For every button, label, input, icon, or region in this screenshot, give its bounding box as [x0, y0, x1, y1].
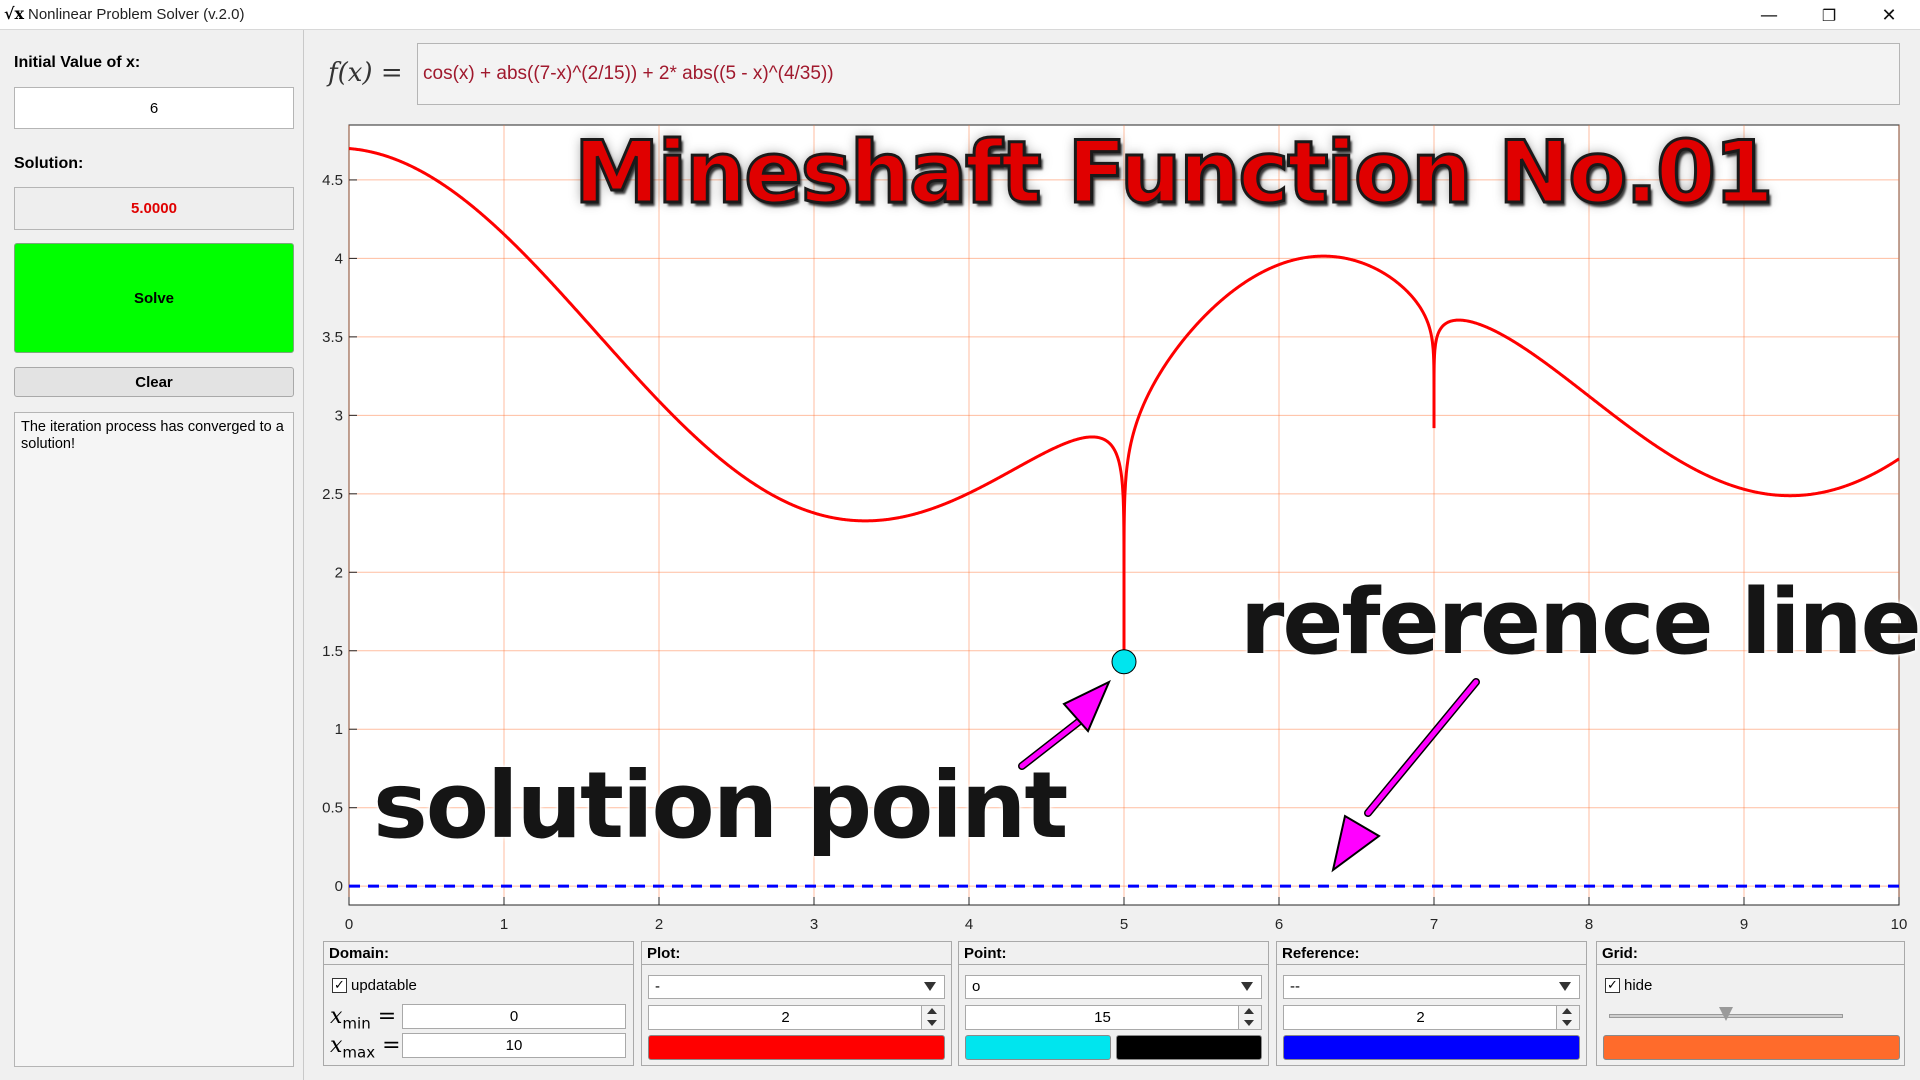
reference-color-button[interactable]	[1283, 1035, 1580, 1060]
grid-color-button[interactable]	[1603, 1035, 1900, 1060]
solution-label: Solution:	[14, 155, 84, 172]
x-tick-label: 8	[1585, 916, 1593, 933]
y-tick-label: 4	[335, 250, 343, 267]
x-tick-label: 9	[1740, 916, 1748, 933]
domain-panel-title: Domain:	[324, 942, 633, 965]
plot-panel: Plot: - 2	[641, 941, 952, 1066]
point-face-color-button[interactable]	[965, 1035, 1111, 1060]
xmin-input[interactable]: 0	[402, 1004, 626, 1029]
spin-up-icon[interactable]	[927, 1008, 937, 1014]
y-tick-label: 2	[335, 564, 343, 581]
updatable-checkbox[interactable]: ✓	[332, 978, 347, 993]
xmax-label: xmax =	[330, 1033, 401, 1062]
x-tick-label: 1	[500, 916, 508, 933]
x-tick-label: 7	[1430, 916, 1438, 933]
grid-panel: Grid: ✓ hide	[1596, 941, 1905, 1066]
chevron-down-icon	[924, 982, 936, 991]
spin-down-icon[interactable]	[927, 1020, 937, 1026]
initial-value-label: Initial Value of x:	[14, 54, 141, 71]
hide-grid-checkbox[interactable]: ✓	[1605, 978, 1620, 993]
solution-point-marker	[1111, 649, 1137, 675]
y-tick-label: 3.5	[322, 329, 343, 346]
control-panel: Initial Value of x: 6 Solution: 5.0000 S…	[0, 30, 304, 1080]
minimize-button[interactable]: —	[1740, 0, 1798, 30]
maximize-button[interactable]: ❐	[1800, 0, 1858, 30]
spinner-buttons[interactable]	[921, 1006, 944, 1029]
updatable-label: updatable	[351, 977, 417, 994]
initial-value-input[interactable]: 6	[14, 87, 294, 129]
point-panel-title: Point:	[959, 942, 1268, 965]
app-icon: √x	[4, 4, 25, 23]
close-button[interactable]: ✕	[1860, 0, 1918, 30]
title-bar: √x Nonlinear Problem Solver (v.2.0) — ❐ …	[0, 0, 1920, 30]
plot-color-button[interactable]	[648, 1035, 945, 1060]
solution-output: 5.0000	[14, 187, 294, 230]
clear-button[interactable]: Clear	[14, 367, 294, 397]
plot-line-width-spinner[interactable]: 2	[648, 1005, 945, 1030]
solve-button[interactable]: Solve	[14, 243, 294, 353]
point-edge-color-button[interactable]	[1116, 1035, 1262, 1060]
chevron-down-icon	[1559, 982, 1571, 991]
y-tick-label: 1.5	[322, 643, 343, 660]
chevron-down-icon	[1241, 982, 1253, 991]
function-input[interactable]: cos(x) + abs((7-x)^(2/15)) + 2* abs((5 -…	[417, 43, 1900, 105]
xmin-label: xmin =	[330, 1004, 397, 1033]
updatable-checkbox-row[interactable]: ✓ updatable	[332, 977, 417, 994]
spin-down-icon[interactable]	[1244, 1020, 1254, 1026]
reference-panel-title: Reference:	[1277, 942, 1586, 965]
reference-line-width-spinner[interactable]: 2	[1283, 1005, 1580, 1030]
spin-up-icon[interactable]	[1244, 1008, 1254, 1014]
y-tick-label: 2.5	[322, 486, 343, 503]
y-tick-label: 3	[335, 407, 343, 424]
x-tick-label: 2	[655, 916, 663, 933]
reference-line-annotation: reference line	[1240, 570, 1920, 675]
x-tick-label: 10	[1891, 916, 1908, 933]
spinner-buttons[interactable]	[1238, 1006, 1261, 1029]
y-tick-label: 0.5	[322, 800, 343, 817]
x-tick-label: 5	[1120, 916, 1128, 933]
y-tick-label: 4.5	[322, 172, 343, 189]
plot-title-overlay: Mineshaft Function No.01	[573, 123, 1776, 223]
plot-panel-title: Plot:	[642, 942, 951, 965]
function-label: f(x) =	[328, 58, 403, 88]
point-size-spinner[interactable]: 15	[965, 1005, 1262, 1030]
domain-panel: Domain: ✓ updatable xmin = 0 xmax = 10	[323, 941, 634, 1066]
x-tick-label: 3	[810, 916, 818, 933]
message-area[interactable]: The iteration process has converged to a…	[14, 412, 294, 1067]
spin-down-icon[interactable]	[1562, 1020, 1572, 1026]
plot-line-style-dropdown[interactable]: -	[648, 975, 945, 999]
hide-grid-label: hide	[1624, 977, 1653, 994]
y-tick-label: 0	[335, 878, 343, 895]
window-title: Nonlinear Problem Solver (v.2.0)	[28, 6, 245, 23]
grid-opacity-slider-thumb[interactable]	[1719, 1007, 1733, 1021]
hide-grid-checkbox-row[interactable]: ✓ hide	[1605, 977, 1652, 994]
xmax-input[interactable]: 10	[402, 1033, 626, 1058]
point-panel: Point: o 15	[958, 941, 1269, 1066]
y-tick-label: 1	[335, 721, 343, 738]
x-tick-label: 0	[345, 916, 353, 933]
reference-panel: Reference: -- 2	[1276, 941, 1587, 1066]
x-tick-label: 6	[1275, 916, 1283, 933]
spin-up-icon[interactable]	[1562, 1008, 1572, 1014]
x-tick-label: 4	[965, 916, 973, 933]
grid-panel-title: Grid:	[1597, 942, 1904, 965]
solution-point-annotation: solution point	[373, 752, 1068, 859]
reference-line-style-dropdown[interactable]: --	[1283, 975, 1580, 999]
point-marker-dropdown[interactable]: o	[965, 975, 1262, 999]
spinner-buttons[interactable]	[1556, 1006, 1579, 1029]
